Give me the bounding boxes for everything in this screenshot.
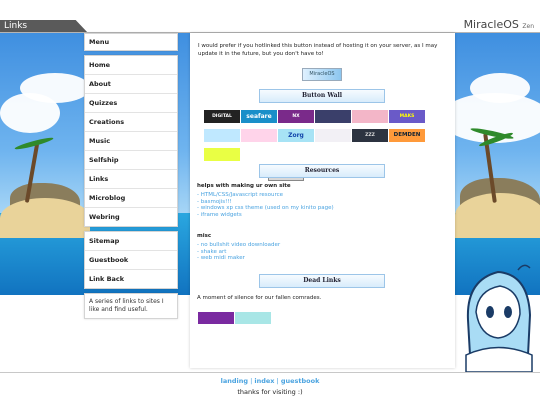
misc-link[interactable]: - web midi maker [197, 255, 280, 262]
link-button[interactable] [315, 110, 351, 123]
sand [455, 193, 540, 238]
title-bar: Links MiracleOS Zen [0, 0, 540, 33]
link-button[interactable] [315, 129, 351, 142]
sidebar-item-home[interactable]: Home [85, 56, 177, 75]
misc-heading: misc [197, 233, 212, 239]
sidebar-item-music[interactable]: Music [85, 132, 177, 151]
resource-link[interactable]: - iframe widgets [197, 212, 334, 219]
dead-links-text: A moment of silence for our fallen comra… [197, 295, 322, 301]
dead-link-button[interactable] [235, 312, 271, 324]
brand-logo: MiracleOS Zen [464, 18, 534, 31]
link-button[interactable]: seafare [241, 110, 277, 123]
button-wall-header: Button Wall [259, 89, 385, 103]
sidebar-description-box: A series of links to sites I like and fi… [84, 293, 178, 319]
dead-link-button[interactable] [198, 312, 234, 324]
sidebar-item-creations[interactable]: Creations [85, 113, 177, 132]
sidebar-item-sitemap[interactable]: Sitemap [85, 232, 177, 251]
dead-links-buttons [198, 312, 272, 331]
sidebar-menu-header: Menu [84, 33, 178, 51]
link-button[interactable] [204, 129, 240, 142]
link-button[interactable]: DIGITAL HEALTH [204, 110, 240, 123]
sidebar-item-webring[interactable]: Webring [85, 208, 177, 226]
sidebar-item-links[interactable]: Links [85, 170, 177, 189]
footer-link-index[interactable]: index [254, 377, 274, 385]
footer-separator: | [276, 377, 279, 385]
sidebar-description: A series of links to sites I like and fi… [89, 298, 164, 313]
resources-header: Resources [259, 164, 385, 178]
footer: landing | index | guestbook thanks for v… [0, 377, 540, 396]
dead-links-header: Dead Links [259, 274, 385, 288]
link-button[interactable]: NX [278, 110, 314, 123]
link-button[interactable]: ZZZ [352, 129, 388, 142]
footer-separator: | [250, 377, 253, 385]
main-content: I would prefer if you hotlinked this but… [190, 33, 455, 368]
link-button[interactable]: DEMDEN [389, 129, 425, 142]
brand-name: MiracleOS [463, 18, 519, 31]
sidebar: Menu Home About Quizzes Creations Music … [84, 33, 178, 323]
link-button[interactable]: MAKS [389, 110, 425, 123]
footer-thanks: thanks for visiting :) [237, 388, 303, 396]
link-button[interactable] [204, 148, 240, 161]
mascot-character [465, 264, 533, 372]
sidebar-extra-group: Sitemap Guestbook Link Back [84, 231, 178, 289]
sidebar-nav-group: Home About Quizzes Creations Music Selfs… [84, 55, 178, 227]
intro-text: I would prefer if you hotlinked this but… [198, 43, 438, 57]
sidebar-item-about[interactable]: About [85, 75, 177, 94]
site-button[interactable]: MiracleOS [302, 68, 342, 81]
sidebar-item-microblog[interactable]: Microblog [85, 189, 177, 208]
cloud [0, 93, 60, 133]
misc-section: misc - no bullshit video downloader - sh… [197, 233, 280, 262]
sidebar-item-link-back[interactable]: Link Back [85, 270, 177, 288]
link-button[interactable]: Zorg [278, 129, 314, 142]
sidebar-menu-label: Menu [89, 38, 110, 46]
cloud [470, 73, 530, 103]
misc-link[interactable]: - no bullshit video downloader [197, 242, 280, 249]
brand-suffix: Zen [522, 23, 534, 30]
resource-link[interactable]: - windows xp css theme (used on my kinit… [197, 205, 334, 212]
sidebar-item-selfship[interactable]: Selfship [85, 151, 177, 170]
resources-heading: helps with making ur own site [197, 183, 291, 189]
footer-link-landing[interactable]: landing [221, 377, 248, 385]
footer-link-guestbook[interactable]: guestbook [281, 377, 320, 385]
sidebar-item-guestbook[interactable]: Guestbook [85, 251, 177, 270]
footer-divider [0, 372, 540, 373]
link-button[interactable] [352, 110, 388, 123]
sand [0, 198, 90, 238]
sidebar-item-quizzes[interactable]: Quizzes [85, 94, 177, 113]
resources-section: helps with making ur own site - HTML/CSS… [197, 183, 334, 218]
link-button[interactable] [241, 129, 277, 142]
